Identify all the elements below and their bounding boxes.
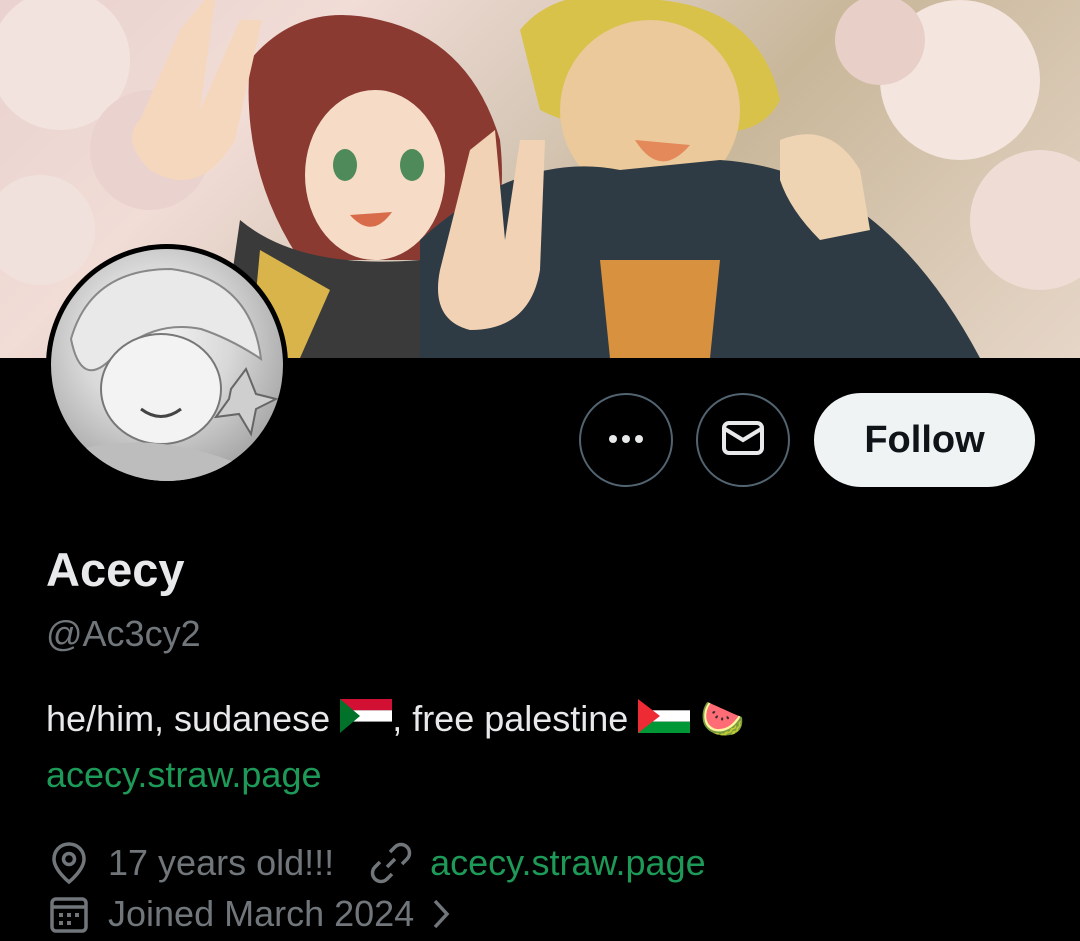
watermelon-icon: 🍉 (700, 698, 746, 739)
palestine-flag-icon (638, 699, 691, 743)
profile-avatar[interactable] (46, 244, 288, 486)
user-handle: @Ac3cy2 (46, 613, 201, 654)
link-icon (368, 840, 414, 886)
profile-meta-row: 17 years old!!! acecy.straw.page (46, 840, 706, 886)
bio-link[interactable]: acecy.straw.page (46, 753, 321, 797)
joined-row[interactable]: Joined March 2024 (46, 891, 472, 937)
bio-text-1: he/him, sudanese (46, 698, 341, 739)
bio-text-2: , free palestine (392, 698, 639, 739)
chevron-right-icon (426, 891, 456, 937)
follow-button[interactable]: Follow (814, 393, 1035, 487)
joined-text: Joined March 2024 (108, 893, 415, 934)
envelope-icon (721, 420, 765, 461)
location-pin-icon (46, 840, 92, 886)
location-text: 17 years old!!! (108, 842, 335, 883)
message-button[interactable] (696, 393, 790, 487)
display-name: Acecy (46, 543, 185, 596)
calendar-icon (46, 891, 92, 937)
website-link[interactable]: acecy.straw.page (430, 841, 705, 885)
sudan-flag-icon (340, 699, 393, 743)
bio: he/him, sudanese , free palestine 🍉 (46, 697, 745, 743)
more-options-button[interactable] (579, 393, 673, 487)
avatar-image (51, 249, 283, 481)
ellipsis-icon (608, 431, 644, 449)
